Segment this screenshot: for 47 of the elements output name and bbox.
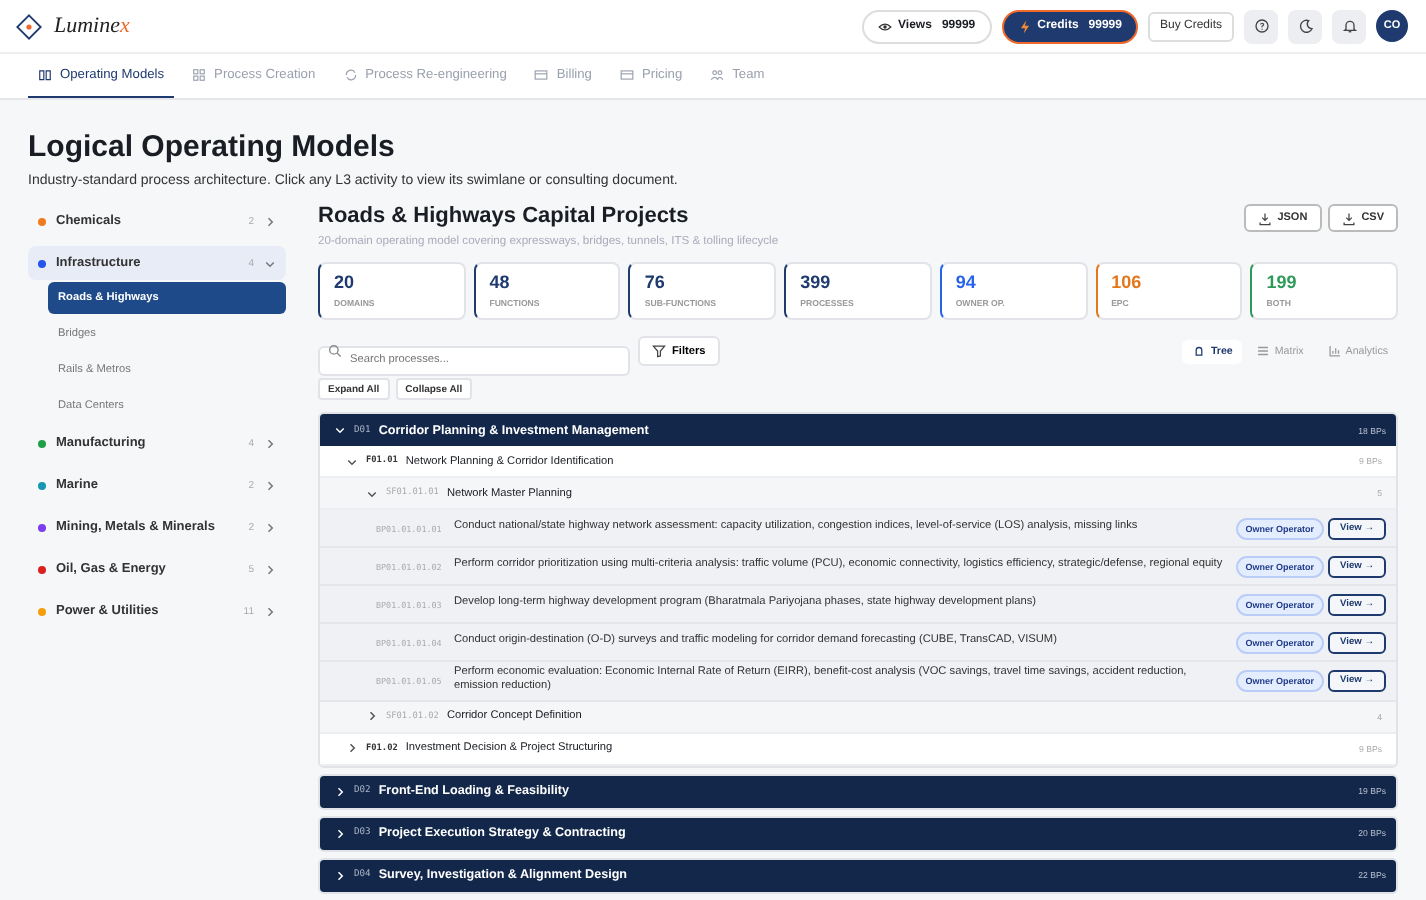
brand-name: Luminex <box>54 14 130 38</box>
chevron-icon <box>264 479 276 491</box>
stat-value: 48 <box>489 272 512 292</box>
moon-icon <box>1297 18 1313 34</box>
chevron-icon <box>334 869 346 882</box>
eye-icon <box>878 19 893 33</box>
tab-icon <box>192 68 207 82</box>
help-button[interactable] <box>1244 9 1278 43</box>
chevron-icon <box>264 215 276 227</box>
chevron-icon <box>264 437 276 449</box>
stat-value: 399 <box>800 272 833 292</box>
help-icon <box>1253 18 1269 34</box>
tab-icon <box>619 68 634 82</box>
chevron-icon <box>264 521 276 533</box>
tab-icon <box>38 68 52 82</box>
stat-value: 76 <box>644 272 667 292</box>
dark-mode-button[interactable] <box>1288 9 1322 43</box>
chevron-icon <box>346 455 358 467</box>
bolt-icon <box>1017 19 1032 33</box>
chevron-icon <box>334 785 346 798</box>
tab-icon <box>710 68 725 82</box>
stat-value: 20 <box>334 272 357 292</box>
view-icon <box>1256 344 1271 358</box>
filter-icon <box>652 344 666 358</box>
download-icon <box>1257 211 1272 225</box>
notifications-button[interactable] <box>1332 9 1366 43</box>
bell-icon <box>1341 18 1357 34</box>
chevron-icon <box>366 710 378 723</box>
chevron-icon <box>264 605 276 617</box>
model-title: Roads & Highways Capital Projects <box>318 204 691 228</box>
chevron-icon <box>334 424 346 436</box>
download-icon <box>1341 211 1356 225</box>
stat-value: 199 <box>1266 272 1299 292</box>
page-title: Logical Operating Models <box>28 130 397 164</box>
search-icon <box>328 344 342 358</box>
chevron-icon <box>366 487 378 499</box>
stat-value: 106 <box>1111 272 1144 292</box>
view-icon <box>1327 344 1342 358</box>
tab-icon <box>534 68 549 82</box>
chevron-icon <box>264 257 276 269</box>
diamond-logo-icon <box>16 13 42 39</box>
chevron-icon <box>334 827 346 840</box>
chevron-icon <box>346 742 358 755</box>
view-icon <box>1192 344 1207 358</box>
stat-value: 94 <box>955 272 978 292</box>
chevron-icon <box>264 563 276 575</box>
tab-icon <box>343 68 358 82</box>
